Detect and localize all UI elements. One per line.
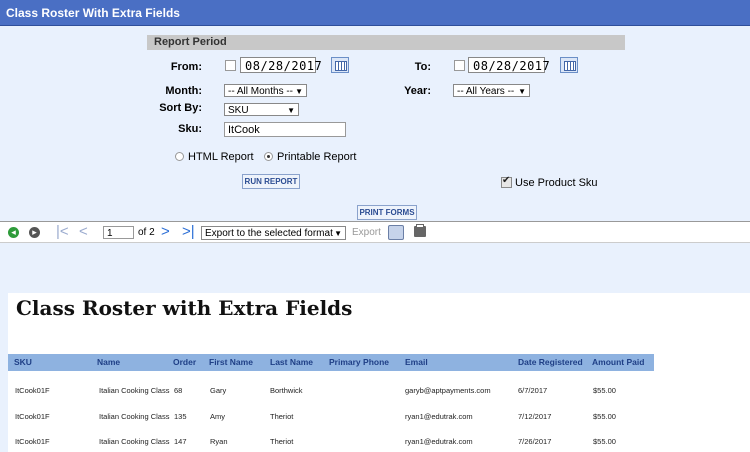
previous-page-icon[interactable]: < [79,224,88,240]
refresh-icon[interactable] [388,225,404,240]
sortby-select[interactable]: SKU ▼ [224,103,299,116]
print-forms-button[interactable]: PRINT FORMS [357,205,417,220]
table-cell: Italian Cooking Class [99,412,170,421]
table-cell: Amy [210,412,225,421]
table-row: ItCook01F Italian Cooking Class 68 Gary … [8,386,654,398]
html-report-label: HTML Report [188,151,254,163]
table-cell: 6/7/2017 [518,386,548,395]
to-checkbox[interactable] [454,60,465,71]
column-header: SKU [14,357,32,367]
table-cell: $55.00 [593,437,616,446]
table-cell: Italian Cooking Class [99,437,170,446]
sortby-label: Sort By: [159,102,202,114]
use-product-sku-label: Use Product Sku [515,177,598,189]
from-calendar-icon[interactable] [331,57,349,73]
table-cell: 7/26/2017 [518,437,552,446]
table-cell: ryan1@edutrak.com [405,437,473,446]
year-select[interactable]: -- All Years -- ▼ [453,84,530,97]
page-count-label: of 2 [138,227,155,238]
table-cell: ItCook01F [15,386,50,395]
column-header: First Name [209,357,253,367]
forward-icon[interactable]: ▸ [29,227,40,238]
table-cell: $55.00 [593,412,616,421]
table-cell: Theriot [270,412,294,421]
sku-label: Sku: [178,123,202,135]
sku-input[interactable]: ItCook [224,122,346,137]
table-cell: 135 [174,412,187,421]
checkmark-icon: ✔ [502,175,511,186]
printable-report-radio[interactable] [264,152,273,161]
report-page: Class Roster with Extra Fields SKU Name … [8,293,750,452]
year-select-value: -- All Years -- [457,86,515,97]
to-label: To: [414,61,431,73]
table-row: ItCook01F Italian Cooking Class 135 Amy … [8,412,654,424]
export-format-value: Export to the selected format [205,228,333,239]
report-viewer-toolbar: ◂ ▸ |< < 1 of 2 > >| Export to the selec… [0,221,750,243]
back-icon[interactable]: ◂ [8,227,19,238]
from-date-field[interactable]: 08/28/2017 [240,57,322,73]
table-cell: garyb@aptpayments.com [405,386,491,395]
table-cell: 7/12/2017 [518,412,552,421]
table-cell: Borthwick [270,386,303,395]
export-link[interactable]: Export [352,227,381,238]
column-header: Order [173,357,197,367]
page-number-input[interactable]: 1 [103,226,134,239]
table-cell: 68 [174,386,183,395]
table-cell: Theriot [270,437,294,446]
use-product-sku-checkbox[interactable]: ✔ [501,175,512,188]
table-cell: Ryan [210,437,228,446]
next-page-icon[interactable]: > [161,224,170,240]
table-cell: Gary [210,386,227,395]
table-cell: Italian Cooking Class [99,386,170,395]
month-select[interactable]: -- All Months -- ▼ [224,84,307,97]
printable-report-label: Printable Report [277,151,357,163]
last-page-icon[interactable]: >| [182,224,195,240]
column-header: Primary Phone [329,357,389,367]
month-select-value: -- All Months -- [228,86,294,97]
chevron-down-icon: ▼ [295,87,303,96]
year-label: Year: [404,85,431,97]
column-header: Name [97,357,121,367]
report-title: Class Roster with Extra Fields [16,296,353,320]
table-cell: 147 [174,437,187,446]
report-period-header: Report Period [147,35,625,50]
column-header: Amount Paid [592,357,645,367]
table-row: ItCook01F Italian Cooking Class 147 Ryan… [8,437,654,449]
to-date-field[interactable]: 08/28/2017 [468,57,550,73]
run-report-button[interactable]: RUN REPORT [242,174,300,189]
export-format-select[interactable]: Export to the selected format ▼ [201,226,346,240]
chevron-down-icon: ▼ [518,87,526,96]
window-title: Class Roster With Extra Fields [0,0,750,26]
chevron-down-icon: ▼ [334,229,342,238]
table-cell: ItCook01F [15,412,50,421]
table-cell: ItCook01F [15,437,50,446]
table-cell: $55.00 [593,386,616,395]
to-calendar-icon[interactable] [560,57,578,73]
month-label: Month: [165,85,202,97]
table-header-row: SKU Name Order First Name Last Name Prim… [8,354,654,371]
chevron-down-icon: ▼ [287,106,295,115]
html-report-radio[interactable] [175,152,184,161]
sortby-select-value: SKU [228,105,249,116]
from-label: From: [170,61,202,73]
column-header: Last Name [270,357,313,367]
table-cell: ryan1@edutrak.com [405,412,473,421]
first-page-icon[interactable]: |< [56,224,69,240]
from-checkbox[interactable] [225,60,236,71]
column-header: Date Registered [518,357,583,367]
column-header: Email [405,357,428,367]
print-icon[interactable] [414,224,426,237]
